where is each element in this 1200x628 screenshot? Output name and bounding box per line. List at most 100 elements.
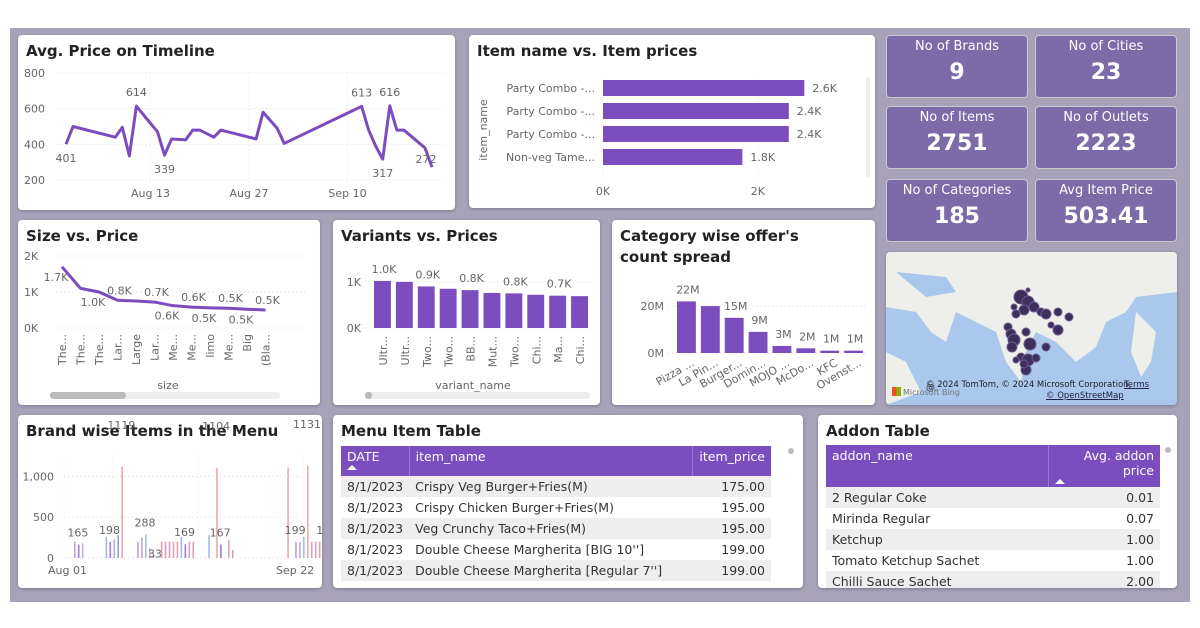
column-header-item-price[interactable]: item_price — [692, 446, 771, 476]
kpi-card[interactable]: No of Cities 23 — [1035, 35, 1177, 98]
bar — [121, 466, 123, 558]
outlet-marker — [1012, 356, 1020, 364]
kpi-card[interactable]: Avg Item Price 503.41 — [1035, 179, 1177, 242]
bar — [145, 534, 147, 558]
terms-link[interactable]: Terms — [1124, 380, 1149, 390]
x-tick-label: Me... — [186, 334, 199, 361]
kpi-value: 503.41 — [1063, 204, 1149, 229]
x-tick-label: 2K — [751, 185, 766, 198]
outlet-marker — [1006, 341, 1018, 353]
timeline-card[interactable]: Avg. Price on Timeline 200 400 600 800 Aug 1… — [18, 35, 455, 210]
kpi-label: No of Items — [919, 110, 995, 125]
column-header-item-name[interactable]: item_name — [409, 446, 694, 476]
size-chart[interactable]: 0K 1K 2K 1.7K The... The... 1.0K The... 0.8K Lar.… — [18, 220, 320, 405]
scrollbar[interactable] — [788, 448, 794, 454]
kpi-card[interactable]: No of Brands 9 — [886, 35, 1028, 98]
table-cell: Crispy Chicken Burger+Fries(M) — [415, 500, 614, 515]
table-cell: Chilli Sauce Sachet — [826, 571, 1048, 588]
table-row[interactable]: 8/1/2023 Double Cheese Margherita [BIG 10… — [341, 539, 771, 560]
x-tick-label: Mut... — [486, 336, 499, 367]
x-tick-label: 0K — [596, 185, 611, 198]
table-cell: 1.00 — [1126, 553, 1154, 568]
x-tick-label: Aug 27 — [230, 187, 269, 200]
size-card[interactable]: Size vs. Price 0K 1K 2K 1.7K The... The... 1.0… — [18, 220, 320, 405]
data-label: 0.5K — [192, 312, 217, 325]
brand-card[interactable]: Brand wise Items in the Menu 0 500 1,000 16… — [18, 415, 322, 588]
items-chart[interactable]: item_name 0K 2K Party Combo -... 2.6K Party C… — [469, 35, 875, 208]
table-cell: Double Cheese Margherita [Regular 7''] — [409, 560, 693, 581]
bar — [113, 539, 116, 558]
data-label: 1M — [847, 333, 864, 346]
bar — [184, 544, 187, 558]
table-cell: 195.00 — [692, 518, 771, 539]
kpi-card[interactable]: No of Categories 185 — [886, 179, 1028, 242]
bar — [228, 540, 230, 558]
table-cell: 8/1/2023 — [341, 476, 410, 497]
table-cell: Crispy Veg Burger+Fries(M) — [409, 476, 693, 497]
kpi-card[interactable]: No of Items 2751 — [886, 106, 1028, 169]
outlet-marker — [1031, 353, 1041, 363]
x-tick-label: limo — [204, 334, 217, 358]
bar — [603, 103, 789, 119]
table-cell: 0.07 — [1126, 511, 1154, 526]
addon-table[interactable]: addon_name Avg. addon price 2 Regular Co… — [826, 445, 1160, 588]
table-cell: 199.00 — [721, 542, 765, 557]
timeline-chart[interactable]: 200 400 600 800 Aug 13 Aug 27 Sep 10 401 614 339 6… — [18, 35, 455, 210]
table-title: Addon Table — [826, 422, 930, 440]
table-row[interactable]: 8/1/2023 Crispy Chicken Burger+Fries(M) 19… — [341, 497, 771, 518]
column-header-addon-name[interactable]: addon_name — [826, 445, 1049, 487]
table-row[interactable]: 8/1/2023 Crispy Veg Burger+Fries(M) 175.00 — [341, 476, 771, 497]
table-row[interactable]: 8/1/2023 Double Cheese Margherita [Regula… — [341, 560, 771, 581]
table-row[interactable]: Tomato Ketchup Sachet 1.00 — [826, 550, 1160, 571]
y-tick-label: 1K — [24, 286, 39, 299]
addon-table-card[interactable]: Addon Table addon_name Avg. addon price … — [818, 415, 1177, 588]
table-cell: 2 Regular Coke — [826, 487, 1048, 508]
items-card[interactable]: Item name vs. Item prices item_name 0K 2K P… — [469, 35, 875, 208]
data-label: 1119 — [107, 419, 135, 432]
bar — [164, 541, 167, 558]
bar — [796, 348, 816, 353]
bar — [73, 541, 76, 558]
bar — [483, 292, 501, 328]
table-row[interactable]: 8/1/2023 Veg Crunchy Taco+Fries(M) 195.00 — [341, 518, 771, 539]
menu-item-table[interactable]: DATE item_name item_price 8/1/2023 Crispy… — [341, 446, 771, 581]
outlet-map[interactable]: @ © 2024 TomTom, © 2024 Microsoft Corpor… — [886, 252, 1177, 405]
outlet-marker — [1047, 321, 1055, 329]
y-tick-label: 400 — [24, 138, 45, 151]
x-tick-label: (Bla... — [260, 334, 273, 366]
column-header-date[interactable]: DATE — [341, 446, 410, 476]
variants-card[interactable]: Variants vs. Prices 0K 1K 1.0K Ultr... Ultr.… — [333, 220, 600, 405]
bar — [603, 126, 789, 142]
scrollbar-thumb — [365, 392, 372, 399]
table-row[interactable]: Ketchup 1.00 — [826, 529, 1160, 550]
kpi-card[interactable]: No of Outlets 2223 — [1035, 106, 1177, 169]
bar — [117, 535, 119, 558]
category-card[interactable]: Category wise offer's count spread 0M 20M… — [612, 220, 875, 405]
data-label: 2.4K — [797, 105, 822, 118]
scrollbar — [866, 77, 870, 177]
variants-chart[interactable]: 0K 1K 1.0K Ultr... Ultr... 0.9K Two... Two... 0.… — [333, 220, 600, 405]
column-header-avg-addon-price[interactable]: Avg. addon price — [1048, 445, 1160, 487]
x-tick-label: The... — [75, 334, 88, 366]
x-tick-label: Ultr... — [377, 336, 390, 365]
table-row[interactable]: Chilli Sauce Sachet 2.00 — [826, 571, 1160, 588]
y-tick-label: 800 — [24, 67, 45, 80]
table-row[interactable]: Mirinda Regular 0.07 — [826, 508, 1160, 529]
x-tick-label: Chi... — [574, 336, 587, 364]
x-tick-label: Chi... — [530, 336, 543, 364]
osm-link[interactable]: © OpenStreetMap — [1046, 391, 1124, 401]
brand-chart[interactable]: 05001,000165 1981119288331691104167 199113… — [18, 415, 323, 588]
bar — [168, 541, 171, 558]
x-tick-label: The... — [56, 334, 69, 366]
scrollbar[interactable] — [1165, 447, 1171, 453]
kpi-label: No of Cities — [1068, 39, 1144, 54]
table-cell: 1.00 — [1048, 529, 1160, 550]
category-chart[interactable]: 0M20M22MPizza ...La Pin...15MBurger...9M… — [612, 220, 875, 405]
bar — [287, 467, 289, 558]
table-row[interactable]: 2 Regular Coke 0.01 — [826, 487, 1160, 508]
table-cell: 199.00 — [692, 560, 771, 581]
kpi-value: 9 — [949, 60, 965, 85]
x-tick-label: Two... — [508, 336, 521, 368]
menu-table-card[interactable]: Menu Item Table DATE item_name item_pric… — [333, 415, 803, 588]
data-label: 199 — [316, 524, 322, 537]
